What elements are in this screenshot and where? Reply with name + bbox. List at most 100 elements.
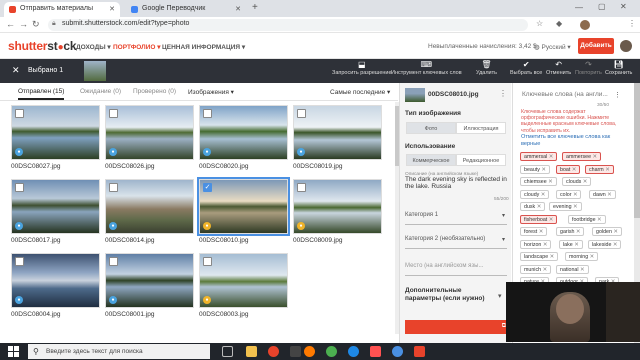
image-thumbnail[interactable]: ● — [11, 253, 100, 308]
remove-keyword-icon[interactable]: ✕ — [541, 192, 545, 198]
app-icon[interactable] — [392, 346, 403, 357]
scroll-thumb[interactable] — [634, 83, 640, 218]
keyword-chip[interactable]: lakeside ✕ — [588, 239, 622, 249]
checkbox[interactable] — [15, 183, 24, 192]
remove-keyword-icon[interactable]: ✕ — [572, 167, 576, 173]
image-thumbnail[interactable]: ● — [199, 105, 288, 160]
image-card[interactable]: ● 00DSC08027.jpg — [11, 105, 100, 170]
keyword-chip[interactable]: morning ✕ — [565, 252, 599, 261]
remove-keyword-icon[interactable]: ✕ — [583, 179, 587, 185]
keyword-chip[interactable]: footbridge ✕ — [568, 214, 606, 224]
close-window-icon[interactable]: ✕ — [620, 2, 627, 11]
select-all-button[interactable]: ✔ Выбрать все — [510, 60, 542, 76]
keyword-chip[interactable]: golden ✕ — [592, 227, 622, 236]
file-explorer-icon[interactable] — [246, 346, 257, 357]
image-card[interactable]: ● 00DSC08026.jpg — [105, 105, 194, 170]
remove-keyword-icon[interactable]: ✕ — [548, 179, 552, 185]
keyword-chip[interactable]: ammersee ✕ — [562, 152, 601, 161]
star-icon[interactable]: ☆ — [536, 19, 543, 28]
remove-keyword-icon[interactable]: ✕ — [543, 267, 547, 273]
app-icon[interactable] — [414, 346, 425, 357]
image-thumbnail[interactable]: ● — [11, 179, 100, 234]
image-thumbnail[interactable]: ● — [199, 253, 288, 308]
forward-icon[interactable]: → — [19, 19, 28, 29]
image-card[interactable]: ● 00DSC08017.jpg — [11, 179, 100, 244]
location-field[interactable]: Место (на английском язы... — [405, 258, 507, 276]
back-icon[interactable]: ← — [6, 19, 15, 29]
edge-icon[interactable] — [348, 346, 359, 357]
keyword-chip[interactable]: lake ✕ — [559, 239, 583, 249]
keyword-chip[interactable]: forest ✕ — [520, 227, 548, 236]
app-icon[interactable] — [370, 346, 381, 357]
remove-keyword-icon[interactable]: ✕ — [549, 154, 553, 160]
remove-keyword-icon[interactable]: ✕ — [576, 229, 580, 235]
checkbox[interactable] — [109, 109, 118, 118]
close-tab-icon[interactable]: ✕ — [109, 5, 115, 13]
close-selection-icon[interactable]: ✕ — [12, 65, 20, 76]
remove-keyword-icon[interactable]: ✕ — [573, 204, 577, 210]
usage-editorial-button[interactable]: Редакционное — [456, 154, 506, 166]
keyword-chip[interactable]: munich ✕ — [520, 264, 552, 274]
task-view-icon[interactable] — [222, 346, 233, 357]
sort-select[interactable]: Самые последние ▾ — [330, 88, 390, 96]
checkbox[interactable] — [297, 109, 306, 118]
keywords-menu-icon[interactable]: ⋮ — [614, 91, 621, 99]
more-options-icon[interactable]: ⋮ — [499, 89, 507, 98]
type-photo-button[interactable]: Фото — [406, 122, 456, 134]
usage-commercial-button[interactable]: Коммерческое — [406, 154, 456, 166]
remove-keyword-icon[interactable]: ✕ — [574, 242, 578, 248]
remove-keyword-icon[interactable]: ✕ — [549, 217, 553, 223]
keyword-chip[interactable]: beauty ✕ — [520, 164, 550, 174]
category2-select[interactable]: Категория 2 (необязательно) ▾ — [405, 231, 507, 249]
chevron-down-icon[interactable]: ▾ — [498, 292, 502, 300]
image-card[interactable]: ● 00DSC08020.jpg — [199, 105, 288, 170]
menu-icon[interactable]: ⋮ — [628, 19, 636, 28]
type-illustration-button[interactable]: Иллюстрация — [456, 122, 506, 134]
keyword-chip[interactable]: cloudy ✕ — [520, 189, 550, 199]
remove-keyword-icon[interactable]: ✕ — [613, 242, 617, 248]
chrome-icon[interactable] — [326, 346, 337, 357]
nav-portfolio[interactable]: ПОРТФОЛИО ▾ — [113, 43, 161, 51]
image-card[interactable]: ✓ ● 00DSC08010.jpg — [197, 177, 290, 244]
checkbox[interactable] — [297, 183, 306, 192]
keyword-chip[interactable]: dusk ✕ — [520, 202, 546, 211]
keyword-chip[interactable]: horizon ✕ — [520, 239, 552, 249]
remove-keyword-icon[interactable]: ✕ — [543, 242, 547, 248]
taskbar-search[interactable]: ⚲ Введите здесь текст для поиска — [28, 344, 210, 359]
remove-keyword-icon[interactable]: ✕ — [607, 192, 611, 198]
remove-keyword-icon[interactable]: ✕ — [590, 254, 594, 260]
nav-insights[interactable]: ЦЕННАЯ ИНФОРМАЦИЯ ▾ — [162, 43, 245, 51]
nav-earnings[interactable]: ДОХОДЫ ▾ — [76, 43, 111, 51]
reload-icon[interactable]: ↻ — [32, 19, 40, 30]
url-field[interactable]: 🔒︎ submit.shutterstock.com/edit?type=pho… — [48, 19, 528, 31]
image-card[interactable]: ● 00DSC08004.jpg — [11, 253, 100, 318]
profile-avatar[interactable] — [580, 20, 590, 30]
submit-bar[interactable]: ⧉ — [405, 320, 509, 334]
extensions-icon[interactable]: ◆ — [556, 19, 562, 28]
image-card[interactable]: ● 00DSC08009.jpg — [293, 179, 382, 244]
description-field[interactable]: The dark evening sky is reflected in the… — [405, 176, 507, 190]
undo-button[interactable]: ↶ Отменить — [546, 60, 571, 76]
keyword-chip[interactable]: evening ✕ — [549, 202, 582, 211]
category1-select[interactable]: Категория 1 ▾ — [405, 207, 507, 225]
image-thumbnail[interactable]: ● — [105, 105, 194, 160]
checkbox-checked-icon[interactable]: ✓ — [203, 183, 212, 192]
save-button[interactable]: 💾︎ Сохранить — [605, 60, 632, 76]
add-button[interactable]: Добавить — [578, 38, 614, 54]
shutterstock-logo[interactable]: shutterst●ck — [8, 39, 77, 53]
browser-tab-translate[interactable]: Google Переводчик ✕ — [126, 2, 246, 17]
language-select[interactable]: ◍ Русский ▾ — [534, 43, 571, 51]
maximize-icon[interactable]: ▢ — [598, 2, 606, 11]
request-release-button[interactable]: ⬓ Запросить разрешение — [332, 60, 392, 76]
keyword-chip[interactable]: dawn ✕ — [589, 189, 616, 199]
keyword-tool-button[interactable]: ⌨ Инструмент ключевых слов — [391, 60, 462, 76]
keyword-chip[interactable]: boat ✕ — [556, 164, 581, 174]
checkbox[interactable] — [109, 183, 118, 192]
advanced-params-toggle[interactable]: Дополнительные параметры (если нужно) — [405, 287, 495, 303]
checkbox[interactable] — [15, 109, 24, 118]
remove-keyword-icon[interactable]: ✕ — [539, 229, 543, 235]
image-card[interactable]: ● 00DSC08001.jpg — [105, 253, 194, 318]
image-thumbnail[interactable]: ● — [293, 105, 382, 160]
redo-button[interactable]: ↷ Повторить — [575, 60, 602, 76]
windows-start-icon[interactable] — [8, 346, 19, 357]
